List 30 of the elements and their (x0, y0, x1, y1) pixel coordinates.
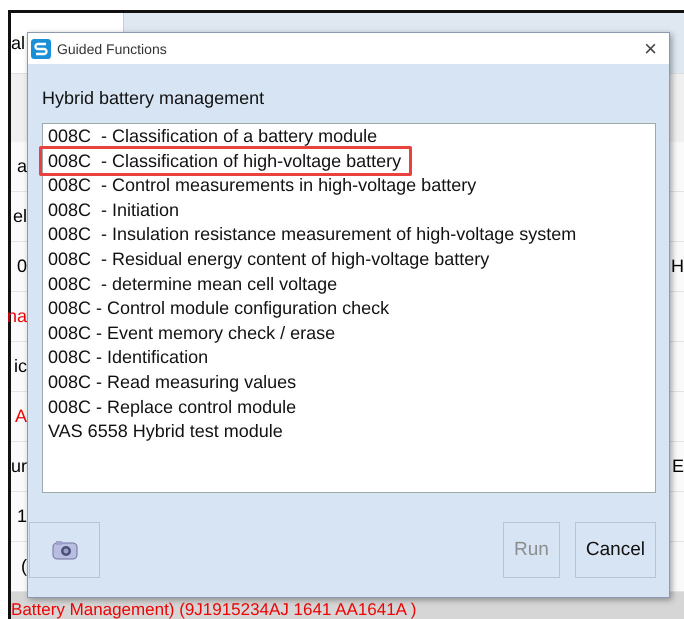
row-text: H (671, 256, 684, 277)
function-item[interactable]: 008C - Residual energy content of high-voltage battery (47, 246, 490, 272)
camera-button[interactable] (29, 522, 100, 578)
function-item[interactable]: 008C - Classification of high-voltage battery (39, 146, 412, 176)
close-button[interactable]: × (642, 38, 659, 60)
row-text: ur (10, 456, 27, 477)
row-text: A (14, 406, 27, 427)
function-item[interactable]: 008C - Identification (47, 345, 208, 370)
row-text: ( (21, 556, 27, 577)
function-item[interactable]: 008C - Read measuring values (47, 370, 296, 395)
heading: Hybrid battery management (42, 88, 266, 109)
row-text: el (12, 206, 27, 227)
status-text: Battery Management) (9J1915234AJ 1641 AA1641A ) (11, 600, 416, 619)
function-item[interactable]: 008C - determine mean cell voltage (47, 272, 338, 296)
cancel-button[interactable]: Cancel (574, 522, 656, 578)
function-item[interactable]: 008C - Insulation resistance measurement of high-voltage system (47, 222, 576, 247)
row-text: E (672, 456, 684, 477)
function-item[interactable]: 008C - Event memory check / erase (47, 320, 336, 346)
app-logo-icon (31, 38, 51, 58)
row-text: 0 (16, 256, 27, 277)
camera-icon (52, 539, 78, 561)
function-item[interactable]: 008C - Replace control module (47, 394, 296, 420)
function-item[interactable]: 008C - Initiation (47, 198, 180, 222)
function-item[interactable]: 008C - Control module configuration check (47, 296, 390, 321)
row-text: ic (14, 356, 27, 377)
window-title: Guided Functions (57, 40, 168, 56)
function-item[interactable]: VAS 6558 Hybrid test module (47, 419, 283, 444)
header-text: al (11, 32, 26, 54)
row-text: 1 (16, 506, 27, 527)
row-text: a (16, 156, 27, 177)
